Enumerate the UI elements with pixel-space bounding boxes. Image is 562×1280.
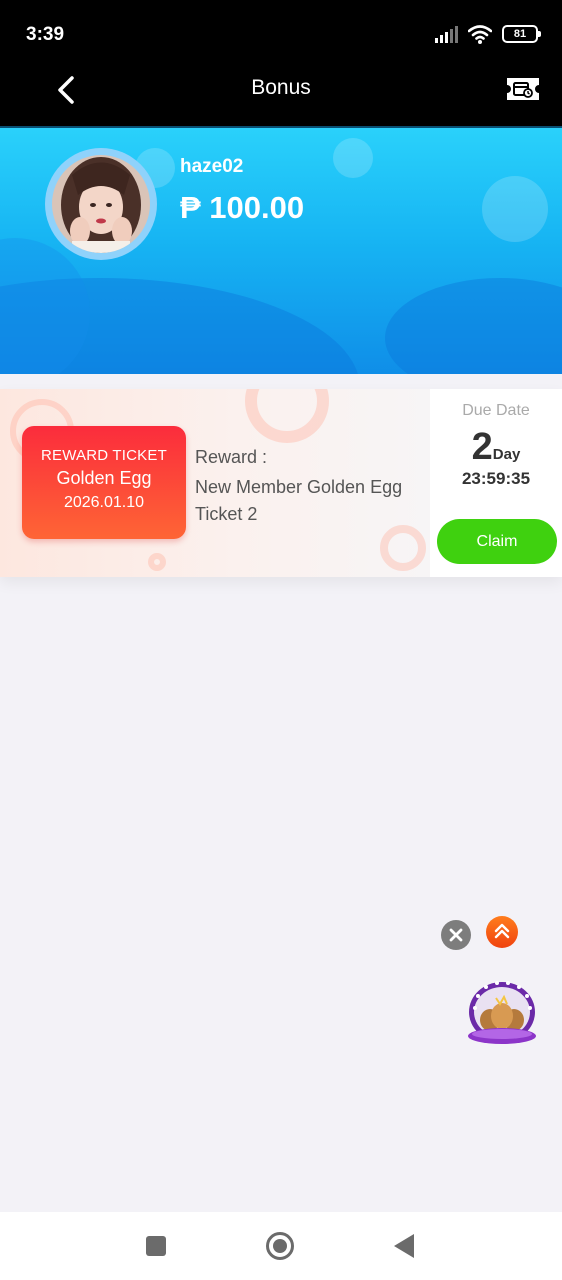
close-icon [449,928,463,942]
due-time: 23:59:35 [461,469,531,488]
decor-bubble [333,138,373,178]
profile-header: haze02 ₱ 100.00 [0,126,562,374]
back-icon[interactable] [394,1234,414,1258]
battery-level: 81 [513,28,527,40]
reward-ticket-badge: REWARD TICKET Golden Egg 2026.01.10 [22,426,186,539]
due-date-label: Due Date [462,402,530,419]
reward-ticket-card: REWARD TICKET Golden Egg 2026.01.10 Rewa… [0,389,562,577]
recent-apps-icon[interactable] [146,1236,166,1256]
due-days: 2Day [430,426,562,469]
scroll-top-button[interactable] [486,916,518,948]
avatar-image [52,155,150,253]
home-icon[interactable] [266,1232,294,1260]
reward-label: Reward : [195,447,268,467]
battery-icon: 81 [502,25,541,43]
claim-button[interactable]: Claim [437,519,557,564]
wifi-icon [468,25,492,44]
ticket-icon [507,78,539,100]
username: haze02 [180,156,244,177]
golden-egg-promo-icon [468,981,536,1044]
decor-bubble [482,176,548,242]
signal-icon [435,25,458,43]
avatar[interactable] [45,148,157,260]
status-bar: 3:39 81 [0,0,562,60]
ticket-button[interactable] [504,74,542,104]
status-time: 3:39 [26,24,65,45]
system-nav-bar [0,1212,562,1280]
balance: ₱ 100.00 [180,190,305,225]
nav-bar: Bonus [0,60,562,126]
ticket-date: 2026.01.10 [63,494,145,511]
reward-description: New Member Golden Egg Ticket 2 [195,477,403,524]
close-float-button[interactable] [441,920,471,950]
due-date-panel: Due Date 2Day 23:59:35 Claim [430,389,562,577]
ticket-type: REWARD TICKET [41,447,167,464]
decor-wave [385,278,562,374]
ticket-name: Golden Egg [56,468,152,488]
due-days-number: 2 [471,426,493,468]
page-title: Bonus [251,76,311,99]
golden-egg-promo-button[interactable] [466,978,538,1046]
decor-wave [0,238,90,374]
double-chevron-up-icon [494,923,510,939]
status-icons: 81 [435,24,541,44]
due-days-unit: Day [492,446,521,463]
ticket-info: REWARD TICKET Golden Egg 2026.01.10 Rewa… [0,389,430,577]
